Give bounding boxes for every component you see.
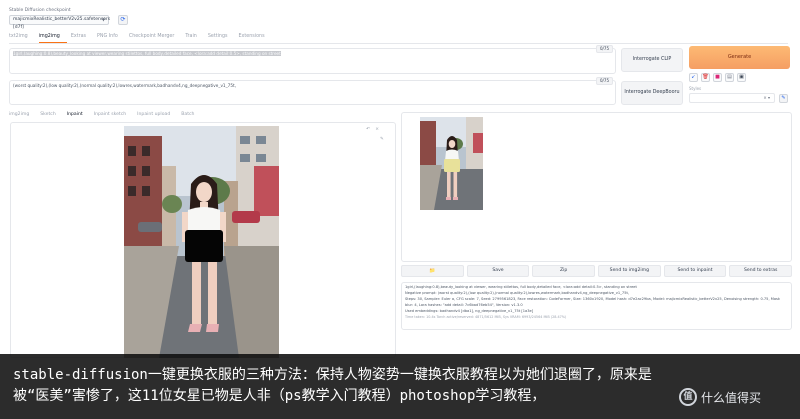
negative-token-counter: 0/75 [596, 77, 613, 85]
watermark-text: 什么值得买 [701, 390, 762, 405]
send-to-img2img-button[interactable]: Send to img2img [598, 265, 661, 277]
tab-extras[interactable]: Extras [71, 33, 93, 43]
gen-info-embeddings: Used embeddings: badhandv4 [dba1], ng_de… [405, 308, 534, 313]
tab-inpaint[interactable]: Inpaint [67, 111, 83, 119]
tab-settings[interactable]: Settings [208, 33, 235, 43]
palette-icon[interactable]: ■ [713, 73, 722, 82]
send-to-inpaint-button[interactable]: Send to inpaint [663, 265, 727, 277]
checkpoint-dropdown[interactable]: majicmixRealistic_betterV2v25.safetensor… [9, 15, 110, 30]
checkpoint-value: majicmixRealistic_betterV2v25.safetensor… [13, 17, 111, 30]
tab-inpaint-sketch[interactable]: Inpaint sketch [94, 111, 126, 119]
generate-tools: ↙ 🗑 ■ ▤ ▣ [689, 73, 746, 82]
tab-divider [9, 43, 788, 44]
chevron-down-icon: ▼ [101, 17, 105, 22]
gen-info-time: Time taken: 10.4s Torch active/reserved:… [405, 315, 567, 320]
main-tabs: txt2img img2img Extras PNG Info Checkpoi… [9, 33, 276, 43]
brush-icon[interactable]: ✎ [380, 137, 384, 142]
send-to-extras-button[interactable]: Send to extras [729, 265, 793, 277]
trash-icon[interactable]: 🗑 [701, 73, 710, 82]
checkpoint-label: Stable Diffusion checkpoint [9, 8, 71, 13]
generated-output-image[interactable] [420, 117, 483, 210]
interrogate-deepbooru-button[interactable]: Interrogate DeepBooru [621, 81, 683, 105]
interrogate-clip-button[interactable]: Interrogate CLIP [621, 48, 683, 72]
caption-line-1: stable-diffusion一键更换衣服的三种方法：保持人物姿势一键换衣服教… [13, 367, 652, 383]
negative-prompt-input[interactable]: (worst quality:2),(low quality:2),(norma… [9, 77, 616, 105]
tab-batch[interactable]: Batch [181, 111, 194, 119]
watermark-logo-icon: 值 [679, 388, 697, 406]
caption-line-2: 被“医美”害惨了，这11位女星已物是人非（ps教学入门教程）photoshop学… [13, 388, 546, 404]
watermark: 值 什么值得买 [679, 388, 761, 406]
styles-edit-button[interactable]: ✎ [779, 94, 788, 103]
zip-button[interactable]: Zip [532, 265, 596, 277]
generation-info: 1girl,(laughing:0.8),beauty_looking at v… [401, 282, 792, 330]
styles-label: Styles [689, 86, 702, 91]
refresh-checkpoint-button[interactable]: ⟳ [118, 15, 128, 25]
clipboard-icon[interactable]: ▤ [725, 73, 734, 82]
edit-icon: ✎ [781, 95, 786, 101]
tab-sketch[interactable]: Sketch [40, 111, 55, 119]
tab-img2img-mode[interactable]: img2img [9, 111, 29, 119]
gen-info-negative: Negative prompt: (worst quality:2),(low … [405, 291, 630, 296]
tab-inpaint-upload[interactable]: Inpaint upload [137, 111, 170, 119]
save-button[interactable]: Save [466, 265, 530, 277]
folder-icon: 📁 [429, 268, 436, 274]
output-action-row: 📁 Save Zip Send to img2img Send to inpai… [401, 265, 793, 277]
tab-img2img[interactable]: img2img [38, 33, 67, 43]
positive-prompt-text: 1girl,(aughing:0.8),beauty_looking at vi… [13, 51, 281, 56]
positive-prompt-input[interactable]: 1girl,(aughing:0.8),beauty_looking at vi… [9, 45, 616, 74]
refresh-icon: ⟳ [120, 16, 126, 23]
tab-txt2img[interactable]: txt2img [9, 33, 35, 43]
tab-checkpoint-merger[interactable]: Checkpoint Merger [129, 33, 181, 43]
tab-extensions[interactable]: Extensions [239, 33, 272, 43]
tab-train[interactable]: Train [185, 33, 204, 43]
tab-png-info[interactable]: PNG Info [97, 33, 125, 43]
open-folder-button[interactable]: 📁 [401, 265, 464, 277]
arrow-icon[interactable]: ↙ [689, 73, 698, 82]
img2img-mode-tabs: img2img Sketch Inpaint Inpaint sketch In… [9, 111, 205, 119]
generate-button[interactable]: Generate [689, 46, 790, 69]
inpaint-source-image[interactable] [124, 126, 279, 358]
positive-token-counter: 0/75 [596, 45, 613, 53]
canvas-undo-close-controls[interactable]: ↶ × [366, 127, 381, 132]
negative-prompt-text: (worst quality:2),(low quality:2),(norma… [13, 83, 236, 88]
gen-info-params: Steps: 30, Sampler: Euler a, CFG scale: … [405, 297, 781, 307]
styles-dropdown[interactable]: × ▾ [689, 93, 775, 103]
gen-info-prompt: 1girl,(laughing:0.8),beauty_looking at v… [405, 285, 637, 289]
save-icon[interactable]: ▣ [737, 73, 746, 82]
